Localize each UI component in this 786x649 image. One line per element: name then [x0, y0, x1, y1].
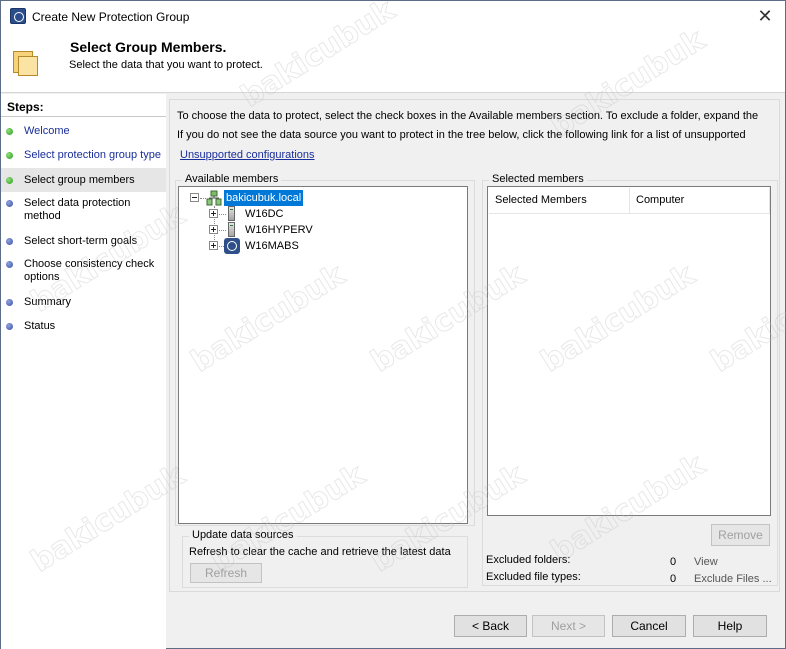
step-label: Select protection group type	[24, 149, 161, 161]
exclude-files-link[interactable]: Exclude Files ...	[694, 573, 772, 585]
step-pending-icon	[6, 299, 13, 306]
tree-node-domain[interactable]: bakicubuk.local	[179, 190, 379, 206]
steps-sidebar: Steps: Welcome Select protection group t…	[1, 94, 166, 649]
collapse-icon[interactable]	[190, 193, 199, 202]
step-status: Status	[1, 320, 166, 338]
step-choose-consistency-check: Choose consistency check options	[1, 258, 166, 286]
available-members-tree[interactable]: bakicubuk.local W16DC W16HYPERV W16MABS	[178, 186, 468, 524]
tree-node-w16hyperv[interactable]: W16HYPERV	[179, 222, 379, 238]
refresh-button[interactable]: Refresh	[190, 563, 262, 583]
excluded-file-types-count: 0	[670, 573, 677, 585]
refresh-description: Refresh to clear the cache and retrieve …	[189, 546, 451, 558]
column-selected-members[interactable]: Selected Members	[489, 188, 630, 214]
tree-node-label[interactable]: W16DC	[245, 206, 284, 222]
mabs-server-icon	[224, 238, 240, 254]
tree-root-label[interactable]: bakicubuk.local	[224, 190, 304, 206]
step-label: Status	[24, 320, 56, 332]
step-label: Summary	[24, 296, 72, 308]
instructions-line-2: If you do not see the data source you wa…	[177, 129, 746, 141]
view-link[interactable]: View	[694, 556, 718, 568]
dialog-window: Create New Protection Group ✕ Select Gro…	[0, 0, 786, 649]
cancel-button[interactable]: Cancel	[612, 615, 686, 637]
server-icon	[228, 206, 235, 221]
close-icon: ✕	[757, 6, 773, 26]
help-button[interactable]: Help	[693, 615, 767, 637]
step-pending-icon	[6, 261, 13, 268]
steps-heading: Steps:	[7, 100, 44, 114]
expand-icon[interactable]	[209, 209, 218, 218]
main-panel: To choose the data to protect, select th…	[169, 99, 780, 592]
step-label: Select data protection method	[24, 197, 131, 222]
domain-icon	[206, 190, 222, 206]
next-button[interactable]: Next >	[532, 615, 605, 637]
excluded-folders-count: 0	[670, 556, 677, 568]
server-icon	[228, 222, 235, 237]
steps-divider	[1, 116, 166, 117]
window-title: Create New Protection Group	[32, 10, 190, 24]
step-label: Choose consistency check options	[24, 258, 155, 283]
dpm-app-icon	[10, 8, 26, 24]
tree-node-w16dc[interactable]: W16DC	[179, 206, 379, 222]
wizard-header: Select Group Members. Select the data th…	[1, 33, 785, 93]
tree-node-label[interactable]: W16HYPERV	[245, 222, 313, 238]
step-welcome[interactable]: Welcome	[1, 125, 166, 143]
back-button[interactable]: < Back	[454, 615, 527, 637]
tree-node-w16mabs[interactable]: W16MABS	[179, 238, 379, 254]
selected-members-label: Selected members	[489, 173, 587, 185]
selected-members-list[interactable]: Selected Members Computer	[487, 186, 771, 516]
step-pending-icon	[6, 200, 13, 207]
remove-button[interactable]: Remove	[711, 524, 770, 546]
step-select-group-members[interactable]: Select group members	[1, 168, 166, 192]
update-data-sources-label: Update data sources	[189, 529, 297, 541]
expand-icon[interactable]	[209, 225, 218, 234]
close-button[interactable]: ✕	[753, 5, 777, 29]
update-data-sources-group: Update data sources Refresh to clear the…	[182, 529, 468, 588]
step-complete-icon	[6, 152, 13, 159]
excluded-folders-label: Excluded folders:	[486, 554, 571, 566]
available-members-label: Available members	[182, 173, 282, 185]
expand-icon[interactable]	[209, 241, 218, 250]
step-pending-icon	[6, 323, 13, 330]
excluded-file-types-label: Excluded file types:	[486, 571, 581, 583]
step-summary: Summary	[1, 296, 166, 314]
step-current-icon	[6, 177, 13, 184]
step-select-short-term-goals: Select short-term goals	[1, 235, 166, 253]
column-computer[interactable]: Computer	[630, 188, 770, 214]
title-bar: Create New Protection Group ✕	[1, 1, 785, 33]
step-label: Select short-term goals	[24, 235, 138, 247]
instructions-line-1: To choose the data to protect, select th…	[177, 110, 759, 122]
protection-group-icon	[13, 51, 39, 77]
step-label: Welcome	[24, 125, 70, 137]
step-label: Select group members	[24, 174, 135, 186]
step-pending-icon	[6, 238, 13, 245]
page-subtitle: Select the data that you want to protect…	[69, 59, 263, 71]
step-complete-icon	[6, 128, 13, 135]
step-select-protection-group-type[interactable]: Select protection group type	[1, 149, 166, 167]
unsupported-configurations-link[interactable]: Unsupported configurations	[180, 149, 315, 161]
step-select-data-protection-method: Select data protection method	[1, 197, 166, 225]
tree-node-label[interactable]: W16MABS	[245, 238, 299, 254]
page-title: Select Group Members.	[70, 39, 227, 55]
